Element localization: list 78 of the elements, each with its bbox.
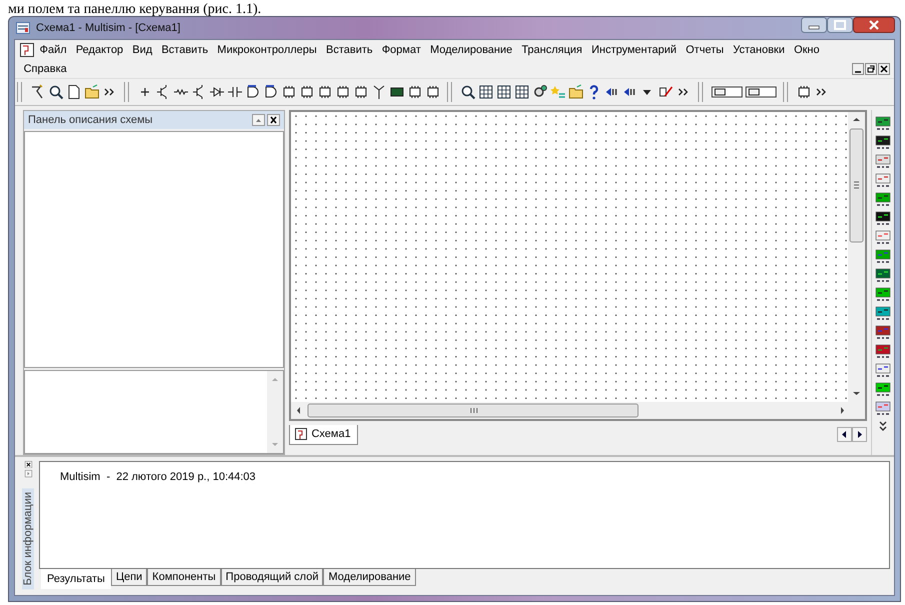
panel-tab[interactable]: Компоненты bbox=[147, 569, 221, 586]
document-icon[interactable] bbox=[19, 42, 35, 58]
document-tab[interactable]: Схема1 bbox=[289, 425, 358, 445]
antenna-icon[interactable] bbox=[371, 84, 387, 100]
panel-tab[interactable]: Цепи bbox=[110, 569, 148, 586]
menu-item[interactable]: Файл bbox=[35, 44, 72, 56]
menu-item[interactable]: Микроконтроллеры bbox=[212, 44, 322, 56]
chip-icon[interactable] bbox=[425, 84, 441, 100]
menu-item[interactable]: Редактор bbox=[71, 44, 128, 56]
instrument-icon[interactable] bbox=[875, 287, 892, 303]
close-icon[interactable] bbox=[22, 461, 34, 468]
folder-icon[interactable] bbox=[84, 84, 100, 100]
menu-item[interactable]: Моделирование bbox=[425, 44, 517, 56]
capacitor-icon[interactable] bbox=[227, 84, 243, 100]
close-icon[interactable] bbox=[267, 114, 280, 126]
document-icon bbox=[294, 427, 308, 441]
panel-tab[interactable]: Проводящий слой bbox=[220, 569, 324, 586]
pin-icon[interactable] bbox=[252, 114, 266, 126]
gate-icon[interactable] bbox=[263, 84, 279, 100]
chip-icon[interactable] bbox=[407, 84, 423, 100]
grid-icon[interactable] bbox=[514, 84, 530, 100]
scrollbar[interactable] bbox=[267, 371, 284, 453]
instrument-icon[interactable] bbox=[875, 306, 892, 322]
menu-item[interactable]: Установки bbox=[728, 44, 790, 56]
panel-title: Панель описания схемы bbox=[28, 114, 153, 126]
menu-item[interactable]: Отчеты bbox=[681, 44, 728, 56]
close-icon[interactable] bbox=[878, 62, 890, 74]
chip-icon[interactable] bbox=[796, 84, 812, 100]
instrument-icon[interactable] bbox=[875, 268, 892, 284]
menu-item[interactable]: Вид bbox=[128, 44, 157, 56]
grid-icon[interactable] bbox=[496, 84, 512, 100]
instrument-icon[interactable] bbox=[875, 230, 892, 246]
instrument-icon[interactable] bbox=[875, 154, 892, 170]
grid-icon[interactable] bbox=[478, 84, 494, 100]
instrument-icon[interactable] bbox=[875, 401, 892, 417]
panel-tab[interactable]: Моделирование bbox=[323, 569, 416, 586]
menu-item[interactable]: Инструментарий bbox=[586, 44, 682, 56]
switch-icon[interactable] bbox=[745, 84, 777, 100]
menu-item[interactable]: Вставить bbox=[321, 44, 378, 56]
instrument-icon[interactable] bbox=[875, 344, 892, 360]
diode-icon[interactable] bbox=[209, 84, 225, 100]
chip-icon[interactable] bbox=[281, 84, 297, 100]
instrument-icon[interactable] bbox=[875, 211, 892, 227]
instrument-icon[interactable] bbox=[875, 325, 892, 341]
document-text: ми полем та панеллю керування (рис. 1.1). bbox=[8, 2, 262, 16]
instrument-icon[interactable] bbox=[875, 135, 892, 151]
magnifier-icon[interactable] bbox=[460, 84, 476, 100]
app-icon bbox=[16, 22, 30, 34]
menu-item[interactable]: Окно bbox=[789, 44, 824, 56]
menu-item[interactable]: Вставить bbox=[156, 44, 213, 56]
menu-item[interactable]: Трансляция bbox=[516, 44, 587, 56]
page-icon[interactable] bbox=[66, 84, 82, 100]
switch-icon[interactable] bbox=[711, 84, 743, 100]
panel-tab[interactable]: Результаты bbox=[41, 569, 111, 589]
minimize-icon[interactable] bbox=[852, 62, 864, 74]
chip-icon[interactable] bbox=[335, 84, 351, 100]
instrument-icon[interactable] bbox=[875, 382, 892, 398]
chevron-down-icon[interactable] bbox=[877, 420, 890, 432]
panel-title: Блок информации bbox=[22, 488, 34, 589]
menu-item[interactable]: Справка bbox=[19, 62, 72, 74]
instrument-icon[interactable] bbox=[875, 192, 892, 208]
chip-icon[interactable] bbox=[317, 84, 333, 100]
window-title: Схема1 - Multisim - [Схема1] bbox=[36, 22, 180, 34]
chip-icon[interactable] bbox=[299, 84, 315, 100]
menu-item[interactable]: Формат bbox=[377, 44, 426, 56]
log-entry: Multisim - 22 лютого 2019 р., 10:44:03 bbox=[60, 471, 256, 483]
folder-icon[interactable] bbox=[568, 84, 584, 100]
star-icon[interactable] bbox=[550, 84, 566, 100]
maximize-icon[interactable] bbox=[827, 17, 853, 33]
instrument-icon[interactable] bbox=[875, 116, 892, 132]
magnifier-icon[interactable] bbox=[48, 84, 64, 100]
instrument-icon[interactable] bbox=[875, 173, 892, 189]
restore-icon[interactable] bbox=[865, 62, 877, 74]
instrument-icon[interactable] bbox=[875, 363, 892, 379]
close-icon[interactable] bbox=[853, 17, 895, 33]
chip-icon[interactable] bbox=[353, 84, 369, 100]
instrument-icon[interactable] bbox=[875, 249, 892, 265]
gate-icon[interactable] bbox=[245, 84, 261, 100]
